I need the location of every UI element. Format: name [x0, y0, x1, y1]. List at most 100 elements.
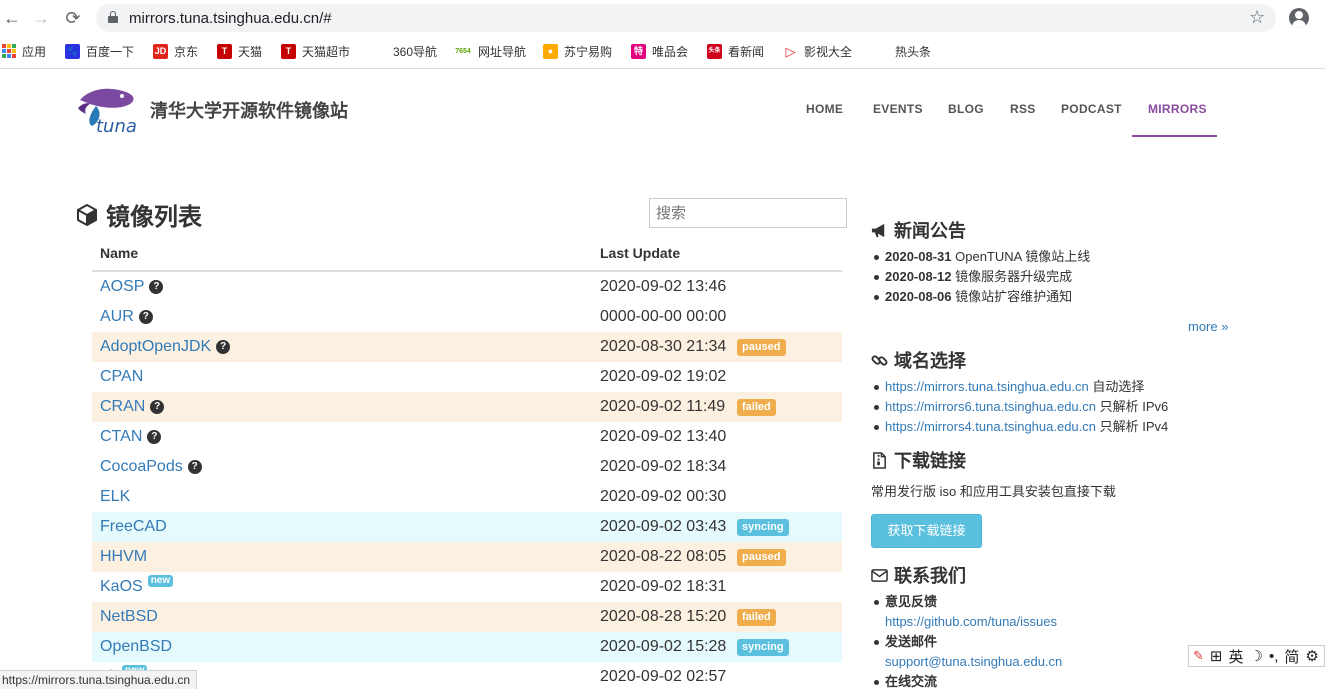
mirror-name-cell: AdoptOpenJDK? — [100, 338, 231, 356]
lock-icon[interactable] — [108, 11, 118, 23]
domain-item: https://mirrors6.tuna.tsinghua.edu.cn 只解… — [871, 397, 1168, 417]
domain-item: https://mirrors.tuna.tsinghua.edu.cn 自动选… — [871, 377, 1168, 397]
help-icon[interactable]: ? — [138, 310, 153, 324]
mirror-link[interactable]: CTAN — [100, 428, 142, 446]
table-row: AOSP? 2020-09-02 13:46 — [92, 272, 842, 302]
mirror-link[interactable]: AdoptOpenJDK — [100, 338, 211, 356]
help-icon[interactable]: ? — [216, 340, 231, 354]
col-header-last-update[interactable]: Last Update — [600, 245, 680, 261]
ime-punct[interactable]: •, — [1269, 648, 1278, 665]
last-update-cell: 2020-08-22 08:05 — [600, 548, 727, 565]
table-row: CTAN? 2020-09-02 13:40 — [92, 422, 842, 452]
tmall-market-icon: T — [281, 43, 296, 59]
bookmark-360[interactable]: 360导航 — [372, 40, 437, 62]
nav-mirrors[interactable]: MIRRORS — [1148, 102, 1207, 116]
last-update-cell: 2020-09-02 13:40 — [600, 428, 727, 445]
news-item[interactable]: 2020-08-12 镜像服务器升级完成 — [871, 267, 1090, 287]
mirror-link[interactable]: NetBSD — [100, 608, 158, 626]
mirror-link[interactable]: FreeCAD — [100, 518, 167, 536]
news-more-link[interactable]: more » — [1188, 319, 1228, 334]
news-item[interactable]: 2020-08-31 OpenTUNA 镜像站上线 — [871, 247, 1090, 267]
mirror-link[interactable]: CocoaPods — [100, 458, 183, 476]
mirror-link[interactable]: ELK — [100, 488, 130, 506]
domain-item: https://mirrors4.tuna.tsinghua.edu.cn 只解… — [871, 417, 1168, 437]
address-bar[interactable]: mirrors.tuna.tsinghua.edu.cn/# ☆ — [96, 4, 1276, 32]
feedback-label: 意见反馈 — [871, 592, 1062, 612]
nav-blog[interactable]: BLOG — [948, 102, 984, 116]
bookmark-jd[interactable]: JD 京东 — [153, 40, 198, 62]
get-download-links-button[interactable]: 获取下载链接 — [871, 514, 982, 548]
ime-mode[interactable]: 英 — [1228, 646, 1243, 667]
nav-home[interactable]: HOME — [806, 102, 843, 116]
table-row: ultnew2020-09-02 02:57 — [92, 662, 842, 689]
jd-icon: JD — [153, 43, 168, 59]
contact-list: 意见反馈 https://github.com/tuna/issues 发送邮件… — [871, 592, 1062, 689]
status-badge: failed — [737, 609, 776, 626]
site-title[interactable]: 清华大学开源软件镜像站 — [150, 97, 348, 123]
news-icon: 头条 — [707, 43, 722, 59]
table-row: FreeCAD 2020-09-02 03:43 syncing — [92, 512, 842, 542]
news-item[interactable]: 2020-08-06 镜像站扩容维护通知 — [871, 287, 1090, 307]
help-icon[interactable]: ? — [150, 400, 165, 414]
last-update-cell: 2020-08-28 15:20 — [600, 608, 727, 625]
nav-podcast[interactable]: PODCAST — [1061, 102, 1122, 116]
last-update-cell: 2020-09-02 15:28 — [600, 638, 727, 655]
back-button[interactable]: ← — [2, 8, 22, 28]
account-icon[interactable] — [1289, 8, 1309, 28]
last-update-cell: 0000-00-00 00:00 — [600, 308, 727, 325]
mail-link[interactable]: support@tuna.tsinghua.edu.cn — [871, 652, 1062, 672]
bookmark-tmall[interactable]: T 天猫 — [217, 40, 262, 62]
domain-link[interactable]: https://mirrors4.tuna.tsinghua.edu.cn — [885, 419, 1096, 434]
status-badge: syncing — [737, 519, 789, 536]
bookmark-7654[interactable]: 7654 网址导航 — [454, 40, 526, 62]
bookmark-vip[interactable]: 特 唯品会 — [631, 40, 688, 62]
ime-settings-icon[interactable]: ⚙ — [1305, 647, 1318, 665]
mirror-link[interactable]: OpenBSD — [100, 638, 172, 656]
domain-link[interactable]: https://mirrors.tuna.tsinghua.edu.cn — [885, 379, 1089, 394]
bookmark-baidu[interactable]: 🐾 百度一下 — [65, 40, 134, 62]
search-input[interactable] — [649, 198, 847, 228]
tuna-logo[interactable]: tuna — [76, 86, 142, 134]
table-row: AdoptOpenJDK? 2020-08-30 21:34 paused — [92, 332, 842, 362]
ime-moon-icon[interactable]: ☽ — [1250, 647, 1263, 665]
nav-rss[interactable]: RSS — [1010, 102, 1036, 116]
table-row: ELK 2020-09-02 00:30 — [92, 482, 842, 512]
status-badge: failed — [737, 399, 776, 416]
bookmark-star-icon[interactable]: ☆ — [1249, 7, 1265, 28]
mirror-link[interactable]: AUR — [100, 308, 134, 326]
bookmark-apps[interactable]: 应用 — [2, 40, 46, 62]
bookmark-news[interactable]: 头条 看新闻 — [707, 40, 764, 62]
mirror-link[interactable]: KaOS — [100, 578, 143, 596]
last-update-cell: 2020-09-02 18:34 — [600, 458, 727, 475]
ime-script[interactable]: 简 — [1284, 646, 1299, 667]
mirror-name-cell: FreeCAD — [100, 518, 167, 536]
nav-events[interactable]: EVENTS — [873, 102, 923, 116]
help-icon[interactable]: ? — [149, 280, 164, 294]
reload-button[interactable]: ⟳ — [63, 8, 83, 28]
ime-grid-icon[interactable]: ⊞ — [1210, 647, 1223, 665]
feedback-link[interactable]: https://github.com/tuna/issues — [871, 612, 1062, 632]
contact-heading: 联系我们 — [871, 562, 966, 588]
bookmark-suning[interactable]: ● 苏宁易购 — [543, 40, 612, 62]
table-row: AUR? 0000-00-00 00:00 — [92, 302, 842, 332]
url-text[interactable]: mirrors.tuna.tsinghua.edu.cn/# — [129, 10, 332, 27]
mirror-name-cell: CTAN? — [100, 428, 162, 446]
domain-link[interactable]: https://mirrors6.tuna.tsinghua.edu.cn — [885, 399, 1096, 414]
help-icon[interactable]: ? — [187, 460, 202, 474]
bookmark-hot-news[interactable]: 热头条 — [874, 40, 931, 62]
bookmark-video[interactable]: ▷ 影视大全 — [783, 40, 852, 62]
mirror-link[interactable]: CPAN — [100, 368, 143, 386]
bookmarks-bar: 应用 🐾 百度一下 JD 京东 T 天猫 T 天猫超市 360导航 7654 网… — [0, 40, 1325, 62]
mirror-link[interactable]: HHVM — [100, 548, 147, 566]
bookmark-tmall-market[interactable]: T 天猫超市 — [281, 40, 350, 62]
mirror-name-cell: NetBSD — [100, 608, 158, 626]
apps-grid-icon — [2, 44, 16, 58]
forward-button[interactable]: → — [31, 8, 51, 28]
mirror-name-cell: AOSP? — [100, 278, 164, 296]
mirror-link[interactable]: CRAN — [100, 398, 145, 416]
ime-logo-icon[interactable]: ✎ — [1193, 648, 1204, 664]
help-icon[interactable]: ? — [147, 430, 162, 444]
col-header-name[interactable]: Name — [100, 245, 138, 261]
mirror-link[interactable]: AOSP — [100, 278, 144, 296]
new-badge: new — [147, 575, 174, 587]
